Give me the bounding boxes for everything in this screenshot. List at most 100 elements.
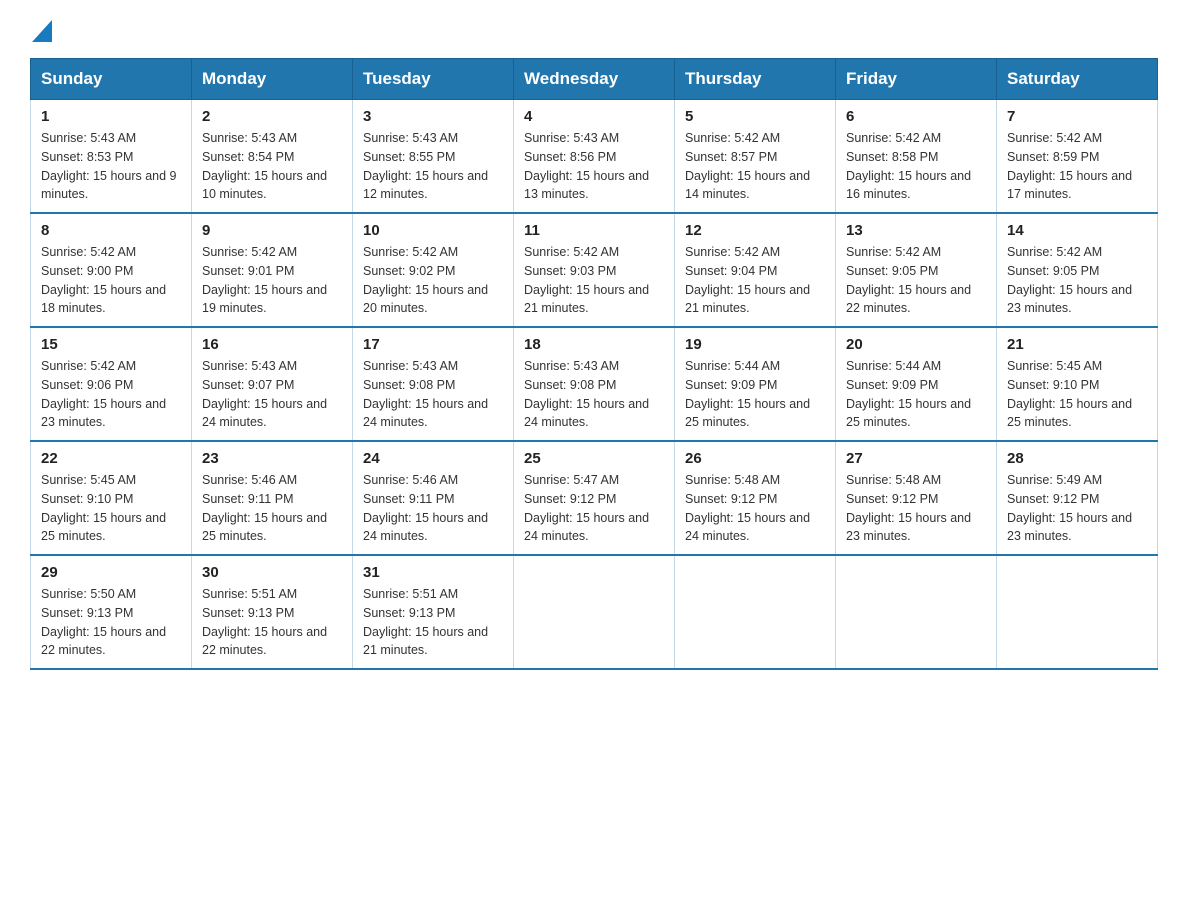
logo-triangle-icon [32,20,52,42]
day-cell: 18 Sunrise: 5:43 AMSunset: 9:08 PMDayligh… [514,327,675,441]
day-info: Sunrise: 5:45 AMSunset: 9:10 PMDaylight:… [41,471,181,546]
day-number: 23 [202,450,342,467]
day-info: Sunrise: 5:44 AMSunset: 9:09 PMDaylight:… [685,357,825,432]
day-number: 19 [685,336,825,353]
calendar-table: SundayMondayTuesdayWednesdayThursdayFrid… [30,58,1158,670]
day-cell: 12 Sunrise: 5:42 AMSunset: 9:04 PMDayligh… [675,213,836,327]
day-number: 18 [524,336,664,353]
day-cell: 22 Sunrise: 5:45 AMSunset: 9:10 PMDayligh… [31,441,192,555]
day-cell: 5 Sunrise: 5:42 AMSunset: 8:57 PMDaylight… [675,100,836,214]
day-number: 6 [846,108,986,125]
day-number: 8 [41,222,181,239]
day-info: Sunrise: 5:45 AMSunset: 9:10 PMDaylight:… [1007,357,1147,432]
day-cell: 13 Sunrise: 5:42 AMSunset: 9:05 PMDayligh… [836,213,997,327]
day-info: Sunrise: 5:43 AMSunset: 8:53 PMDaylight:… [41,129,181,204]
day-info: Sunrise: 5:42 AMSunset: 9:01 PMDaylight:… [202,243,342,318]
day-info: Sunrise: 5:49 AMSunset: 9:12 PMDaylight:… [1007,471,1147,546]
week-row-1: 1 Sunrise: 5:43 AMSunset: 8:53 PMDaylight… [31,100,1158,214]
day-cell [514,555,675,669]
week-row-3: 15 Sunrise: 5:42 AMSunset: 9:06 PMDayligh… [31,327,1158,441]
day-number: 11 [524,222,664,239]
days-header-row: SundayMondayTuesdayWednesdayThursdayFrid… [31,59,1158,100]
day-cell: 16 Sunrise: 5:43 AMSunset: 9:07 PMDayligh… [192,327,353,441]
day-number: 27 [846,450,986,467]
week-row-2: 8 Sunrise: 5:42 AMSunset: 9:00 PMDaylight… [31,213,1158,327]
day-cell: 17 Sunrise: 5:43 AMSunset: 9:08 PMDayligh… [353,327,514,441]
day-cell [675,555,836,669]
day-info: Sunrise: 5:48 AMSunset: 9:12 PMDaylight:… [846,471,986,546]
day-number: 9 [202,222,342,239]
day-number: 25 [524,450,664,467]
day-cell: 25 Sunrise: 5:47 AMSunset: 9:12 PMDayligh… [514,441,675,555]
day-cell: 2Sunrise: 5:43 AMSunset: 8:54 PMDaylight… [192,100,353,214]
day-cell: 29Sunrise: 5:50 AMSunset: 9:13 PMDayligh… [31,555,192,669]
day-info: Sunrise: 5:43 AMSunset: 8:56 PMDaylight:… [524,129,664,204]
day-number: 24 [363,450,503,467]
day-info: Sunrise: 5:42 AMSunset: 9:03 PMDaylight:… [524,243,664,318]
day-number: 30 [202,564,342,581]
day-info: Sunrise: 5:46 AMSunset: 9:11 PMDaylight:… [202,471,342,546]
day-cell: 15 Sunrise: 5:42 AMSunset: 9:06 PMDayligh… [31,327,192,441]
day-info: Sunrise: 5:43 AMSunset: 9:07 PMDaylight:… [202,357,342,432]
day-cell [997,555,1158,669]
day-number: 2 [202,108,342,125]
day-cell: 7 Sunrise: 5:42 AMSunset: 8:59 PMDaylight… [997,100,1158,214]
header-day-monday: Monday [192,59,353,100]
day-cell: 23 Sunrise: 5:46 AMSunset: 9:11 PMDayligh… [192,441,353,555]
day-number: 14 [1007,222,1147,239]
header-day-thursday: Thursday [675,59,836,100]
day-info: Sunrise: 5:44 AMSunset: 9:09 PMDaylight:… [846,357,986,432]
day-number: 13 [846,222,986,239]
day-number: 21 [1007,336,1147,353]
day-info: Sunrise: 5:42 AMSunset: 8:59 PMDaylight:… [1007,129,1147,204]
day-cell: 14 Sunrise: 5:42 AMSunset: 9:05 PMDayligh… [997,213,1158,327]
day-cell: 28Sunrise: 5:49 AMSunset: 9:12 PMDayligh… [997,441,1158,555]
day-number: 17 [363,336,503,353]
day-number: 1 [41,108,181,125]
day-number: 15 [41,336,181,353]
day-info: Sunrise: 5:42 AMSunset: 9:02 PMDaylight:… [363,243,503,318]
day-info: Sunrise: 5:42 AMSunset: 8:57 PMDaylight:… [685,129,825,204]
day-info: Sunrise: 5:42 AMSunset: 9:05 PMDaylight:… [1007,243,1147,318]
day-cell: 20Sunrise: 5:44 AMSunset: 9:09 PMDayligh… [836,327,997,441]
day-info: Sunrise: 5:43 AMSunset: 8:55 PMDaylight:… [363,129,503,204]
day-info: Sunrise: 5:42 AMSunset: 9:04 PMDaylight:… [685,243,825,318]
logo [30,20,52,42]
day-number: 16 [202,336,342,353]
header-day-friday: Friday [836,59,997,100]
day-info: Sunrise: 5:42 AMSunset: 9:00 PMDaylight:… [41,243,181,318]
day-cell: 8 Sunrise: 5:42 AMSunset: 9:00 PMDaylight… [31,213,192,327]
day-number: 26 [685,450,825,467]
day-number: 22 [41,450,181,467]
day-number: 10 [363,222,503,239]
day-number: 3 [363,108,503,125]
day-info: Sunrise: 5:51 AMSunset: 9:13 PMDaylight:… [363,585,503,660]
day-info: Sunrise: 5:42 AMSunset: 9:06 PMDaylight:… [41,357,181,432]
day-number: 31 [363,564,503,581]
header-day-tuesday: Tuesday [353,59,514,100]
week-row-5: 29Sunrise: 5:50 AMSunset: 9:13 PMDayligh… [31,555,1158,669]
header [30,20,1158,42]
day-info: Sunrise: 5:46 AMSunset: 9:11 PMDaylight:… [363,471,503,546]
day-cell: 26Sunrise: 5:48 AMSunset: 9:12 PMDayligh… [675,441,836,555]
day-number: 12 [685,222,825,239]
day-cell: 31 Sunrise: 5:51 AMSunset: 9:13 PMDayligh… [353,555,514,669]
day-info: Sunrise: 5:42 AMSunset: 8:58 PMDaylight:… [846,129,986,204]
day-cell: 27 Sunrise: 5:48 AMSunset: 9:12 PMDayligh… [836,441,997,555]
day-cell: 9 Sunrise: 5:42 AMSunset: 9:01 PMDaylight… [192,213,353,327]
day-info: Sunrise: 5:51 AMSunset: 9:13 PMDaylight:… [202,585,342,660]
day-number: 4 [524,108,664,125]
day-cell: 21 Sunrise: 5:45 AMSunset: 9:10 PMDayligh… [997,327,1158,441]
day-number: 5 [685,108,825,125]
day-info: Sunrise: 5:42 AMSunset: 9:05 PMDaylight:… [846,243,986,318]
day-cell: 6 Sunrise: 5:42 AMSunset: 8:58 PMDaylight… [836,100,997,214]
day-number: 29 [41,564,181,581]
day-info: Sunrise: 5:43 AMSunset: 9:08 PMDaylight:… [363,357,503,432]
day-info: Sunrise: 5:47 AMSunset: 9:12 PMDaylight:… [524,471,664,546]
day-info: Sunrise: 5:43 AMSunset: 9:08 PMDaylight:… [524,357,664,432]
day-cell: 10 Sunrise: 5:42 AMSunset: 9:02 PMDayligh… [353,213,514,327]
header-day-wednesday: Wednesday [514,59,675,100]
day-cell: 19 Sunrise: 5:44 AMSunset: 9:09 PMDayligh… [675,327,836,441]
header-day-sunday: Sunday [31,59,192,100]
day-number: 7 [1007,108,1147,125]
